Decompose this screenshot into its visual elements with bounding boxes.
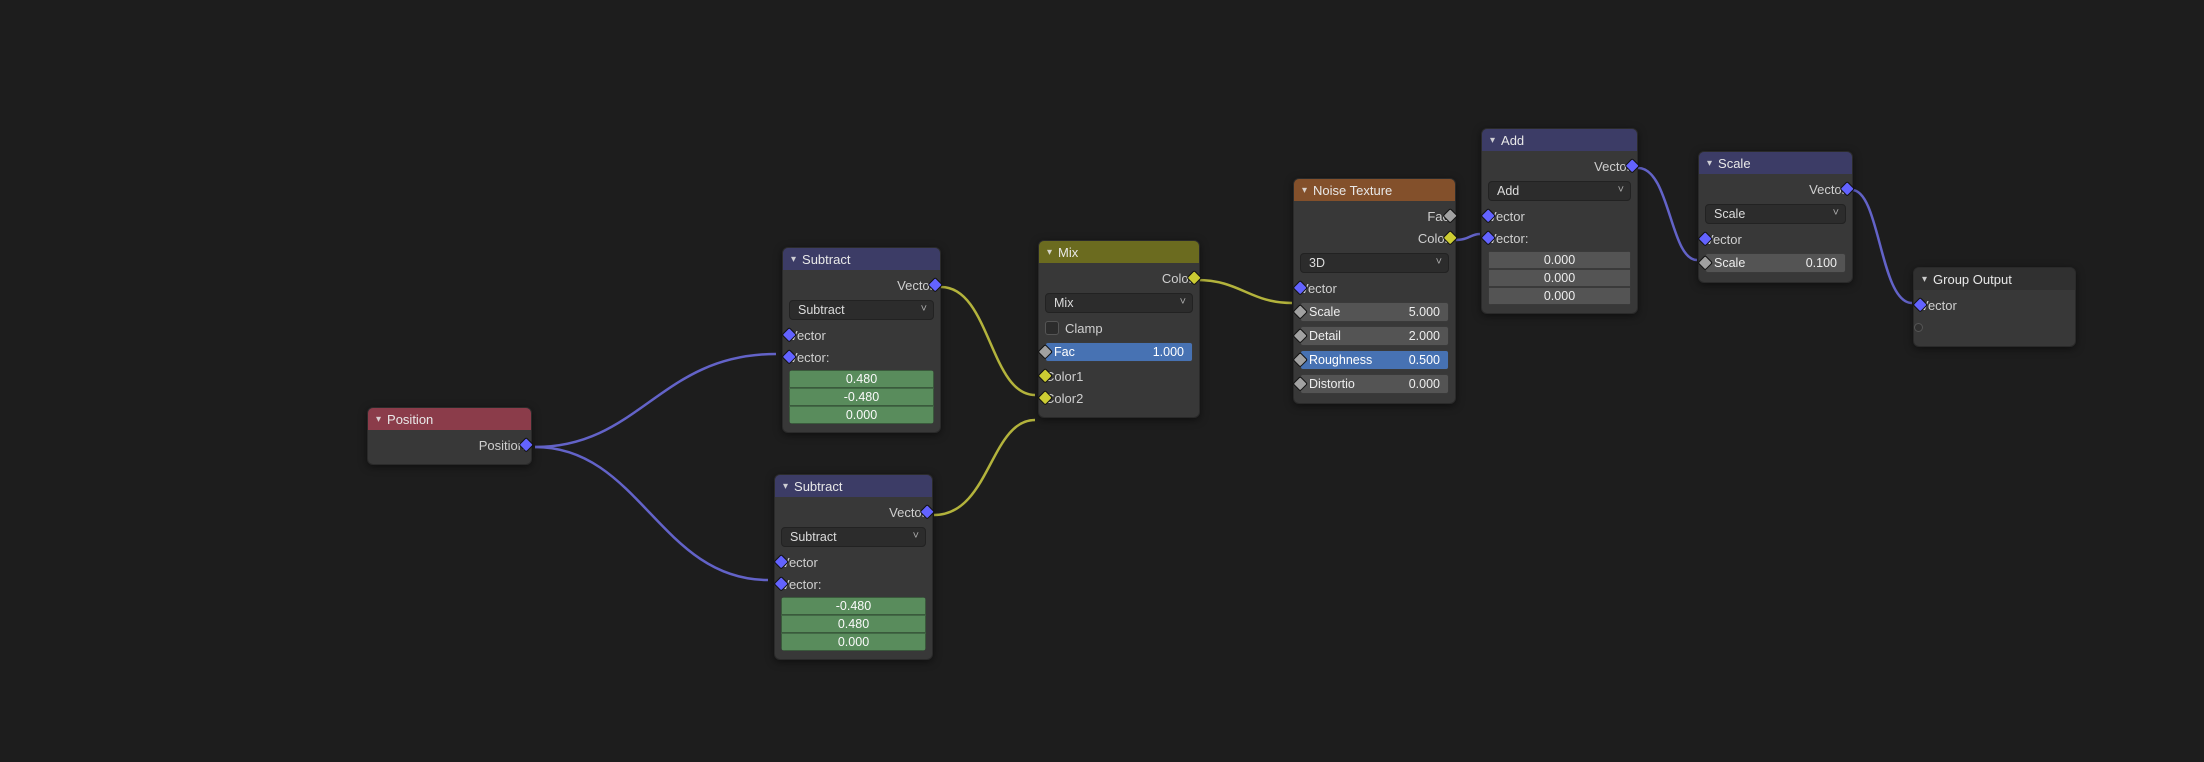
clamp-checkbox[interactable] [1045, 321, 1059, 335]
node-header-mix[interactable]: ▾ Mix [1039, 241, 1199, 263]
chevron-down-icon: ▾ [1302, 185, 1307, 196]
operation-select[interactable]: Subtract [789, 300, 934, 320]
vector-input-stack: -0.480 0.480 0.000 [781, 597, 926, 651]
node-position[interactable]: ▾ Position Position [367, 407, 532, 465]
socket-in-empty[interactable] [1914, 323, 1923, 332]
dimensions-select[interactable]: 3D [1300, 253, 1449, 273]
vector-z[interactable]: 0.000 [789, 406, 934, 424]
node-header-subtract-1[interactable]: ▾ Subtract [783, 248, 940, 270]
node-group-output[interactable]: ▾ Group Output Vector [1913, 267, 2076, 347]
node-noise-texture[interactable]: ▾ Noise Texture Fac Color 3D Vector Scal… [1293, 178, 1456, 404]
node-title: Noise Texture [1313, 183, 1392, 198]
operation-select[interactable]: Add [1488, 181, 1631, 201]
scale-field[interactable]: Scale5.000 [1300, 302, 1449, 322]
chevron-down-icon: ▾ [376, 414, 381, 425]
clamp-row[interactable]: Clamp [1045, 317, 1193, 339]
operation-select[interactable]: Scale [1705, 204, 1846, 224]
vector-z[interactable]: 0.000 [1488, 287, 1631, 305]
roughness-field[interactable]: Roughness0.500 [1300, 350, 1449, 370]
vector-input-stack: 0.480 -0.480 0.000 [789, 370, 934, 424]
chevron-down-icon: ▾ [783, 481, 788, 492]
vector-y[interactable]: 0.000 [1488, 269, 1631, 287]
node-subtract-1[interactable]: ▾ Subtract Vector Subtract Vector Vector… [782, 247, 941, 433]
node-header-add[interactable]: ▾ Add [1482, 129, 1637, 151]
node-title: Scale [1718, 156, 1751, 171]
chevron-down-icon: ▾ [1490, 135, 1495, 146]
vector-input-stack: 0.000 0.000 0.000 [1488, 251, 1631, 305]
node-header-scale[interactable]: ▾ Scale [1699, 152, 1852, 174]
node-title: Subtract [794, 479, 842, 494]
chevron-down-icon: ▾ [1047, 247, 1052, 258]
blend-mode-select[interactable]: Mix [1045, 293, 1193, 313]
node-title: Mix [1058, 245, 1078, 260]
node-header-noise[interactable]: ▾ Noise Texture [1294, 179, 1455, 201]
vector-x[interactable]: 0.000 [1488, 251, 1631, 269]
distortion-field[interactable]: Distortio0.000 [1300, 374, 1449, 394]
node-mix[interactable]: ▾ Mix Color Mix Clamp Fac 1.000 Color1 [1038, 240, 1200, 418]
node-add[interactable]: ▾ Add Vector Add Vector Vector: 0.000 0.… [1481, 128, 1638, 314]
node-title: Position [387, 412, 433, 427]
node-header-subtract-2[interactable]: ▾ Subtract [775, 475, 932, 497]
fac-field[interactable]: Fac 1.000 [1045, 342, 1193, 362]
chevron-down-icon: ▾ [791, 254, 796, 265]
vector-z[interactable]: 0.000 [781, 633, 926, 651]
node-subtract-2[interactable]: ▾ Subtract Vector Subtract Vector Vector… [774, 474, 933, 660]
node-header-group-output[interactable]: ▾ Group Output [1914, 268, 2075, 290]
vector-x[interactable]: 0.480 [789, 370, 934, 388]
operation-select[interactable]: Subtract [781, 527, 926, 547]
vector-y[interactable]: -0.480 [789, 388, 934, 406]
chevron-down-icon: ▾ [1922, 274, 1927, 285]
clamp-label: Clamp [1065, 321, 1103, 336]
node-title: Add [1501, 133, 1524, 148]
node-scale[interactable]: ▾ Scale Vector Scale Vector Scale0.100 [1698, 151, 1853, 283]
node-title: Subtract [802, 252, 850, 267]
chevron-down-icon: ▾ [1707, 158, 1712, 169]
scale-field[interactable]: Scale0.100 [1705, 253, 1846, 273]
node-title: Group Output [1933, 272, 2012, 287]
vector-y[interactable]: 0.480 [781, 615, 926, 633]
node-header-position[interactable]: ▾ Position [368, 408, 531, 430]
detail-field[interactable]: Detail2.000 [1300, 326, 1449, 346]
vector-x[interactable]: -0.480 [781, 597, 926, 615]
